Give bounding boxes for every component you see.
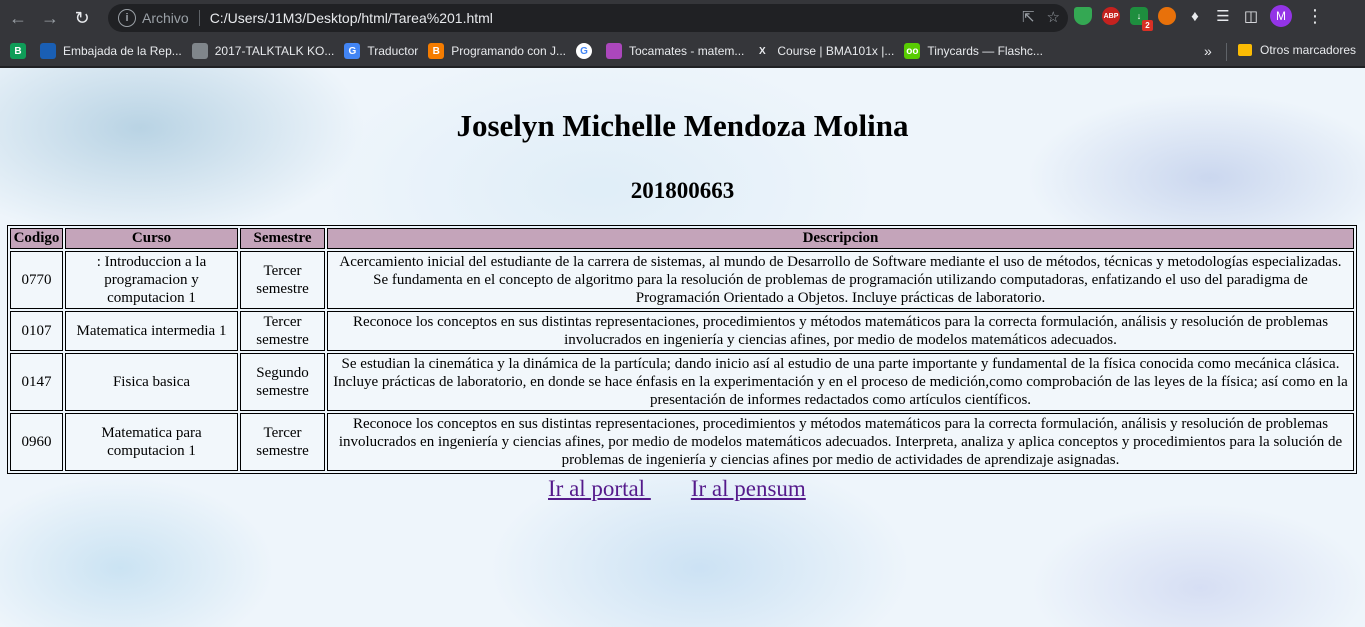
- omnibox-actions: ⇱ ☆: [1022, 8, 1060, 26]
- bookmark-label: 2017-TALKTALK KO...: [214, 44, 335, 58]
- bookmark-star-icon[interactable]: ☆: [1047, 8, 1060, 26]
- header-descripcion: Descripcion: [327, 228, 1354, 249]
- bookmark-favicon-icon: B: [10, 43, 26, 59]
- portal-link[interactable]: Ir al portal: [548, 476, 651, 501]
- pensum-link[interactable]: Ir al pensum: [691, 476, 806, 501]
- bookmark-favicon-icon: G: [344, 43, 361, 59]
- header-semestre: Semestre: [240, 228, 325, 249]
- reload-icon[interactable]: ↻: [68, 4, 96, 32]
- page-viewport: Joselyn Michelle Mendoza Molina 20180066…: [0, 68, 1365, 627]
- face-extension-icon[interactable]: [1158, 7, 1176, 25]
- cell-course: Fisica basica: [65, 353, 238, 411]
- more-menu-icon[interactable]: ⋮: [1306, 6, 1324, 27]
- cell-course: Matematica para computacion 1: [65, 413, 238, 471]
- bookmark-favicon-icon: G: [576, 43, 592, 59]
- bookmark-item[interactable]: X Course | BMA101x |...: [754, 43, 894, 59]
- cell-semester: Tercer semestre: [240, 413, 325, 471]
- bookmark-label: Tinycards — Flashc...: [927, 44, 1043, 58]
- bookmark-label: Programando con J...: [451, 44, 566, 58]
- bookmark-favicon-icon: B: [428, 43, 445, 59]
- bookmark-favicon-icon: oo: [904, 43, 921, 59]
- bookmark-item[interactable]: G Traductor: [344, 43, 418, 59]
- table-header-row: Codigo Curso Semestre Descripcion: [10, 228, 1354, 249]
- extensions-area: ABP ↓ 2 ♦ ☰ ◫ M ⋮: [1074, 5, 1324, 31]
- puzzle-icon[interactable]: ♦: [1186, 7, 1204, 25]
- site-info-icon[interactable]: i: [118, 9, 136, 27]
- back-icon[interactable]: ←: [4, 4, 32, 32]
- table-row: 0147 Fisica basica Segundo semestre Se e…: [10, 353, 1354, 411]
- bookmark-label: Course | BMA101x |...: [777, 44, 895, 58]
- bookmark-favicon-icon: X: [754, 43, 771, 59]
- cell-description: Acercamiento inicial del estudiante de l…: [327, 251, 1354, 309]
- share-icon[interactable]: ⇱: [1022, 8, 1035, 26]
- other-bookmarks-folder[interactable]: Otros marcadores: [1238, 43, 1356, 57]
- scheme-label: Archivo: [142, 10, 189, 26]
- bookmark-label: Traductor: [367, 44, 419, 58]
- courses-table: Codigo Curso Semestre Descripcion 0770 :…: [7, 225, 1357, 474]
- forward-icon[interactable]: →: [36, 4, 64, 32]
- adblock-extension-icon[interactable]: ABP: [1102, 7, 1120, 25]
- cell-course: Matematica intermedia 1: [65, 311, 238, 351]
- bookmarks-divider: [1226, 43, 1227, 61]
- bookmark-label: Tocamates - matem...: [629, 44, 745, 58]
- table-row: 0770 : Introduccion a la programacion y …: [10, 251, 1354, 309]
- bookmark-item[interactable]: B Programando con J...: [428, 43, 566, 59]
- url-text[interactable]: C:/Users/J1M3/Desktop/html/Tarea%201.htm…: [210, 10, 493, 26]
- page-title: Joselyn Michelle Mendoza Molina: [456, 108, 909, 143]
- omnibox-divider: [198, 10, 200, 26]
- download-extension-icon[interactable]: ↓ 2: [1130, 7, 1153, 31]
- shield-extension-icon[interactable]: [1074, 7, 1092, 25]
- cell-course: : Introduccion a la programacion y compu…: [65, 251, 238, 309]
- cell-code: 0770: [10, 251, 63, 309]
- cell-description: Reconoce los conceptos en sus distintas …: [327, 311, 1354, 351]
- address-bar[interactable]: i Archivo C:/Users/J1M3/Desktop/html/Tar…: [108, 4, 1068, 32]
- bookmark-favicon-icon: [191, 43, 208, 59]
- links-row: Ir al portal Ir al pensum: [548, 476, 806, 502]
- bookmark-item[interactable]: B: [10, 43, 30, 59]
- cell-semester: Tercer semestre: [240, 311, 325, 351]
- table-row: 0107 Matematica intermedia 1 Tercer seme…: [10, 311, 1354, 351]
- bookmark-item[interactable]: Tocamates - matem...: [606, 43, 744, 59]
- media-control-icon[interactable]: ☰: [1214, 7, 1232, 25]
- bookmark-item[interactable]: 2017-TALKTALK KO...: [191, 43, 335, 59]
- cell-description: Se estudian la cinemática y la dinámica …: [327, 353, 1354, 411]
- bookmark-label: Embajada de la Rep...: [63, 44, 182, 58]
- bookmark-item[interactable]: oo Tinycards — Flashc...: [904, 43, 1043, 59]
- cell-semester: Segundo semestre: [240, 353, 325, 411]
- cell-description: Reconoce los conceptos en sus distintas …: [327, 413, 1354, 471]
- bookmark-item[interactable]: Embajada de la Rep...: [40, 43, 182, 59]
- profile-avatar[interactable]: M: [1270, 5, 1292, 27]
- table-row: 0960 Matematica para computacion 1 Terce…: [10, 413, 1354, 471]
- bookmark-item[interactable]: G: [576, 43, 596, 59]
- bookmarks-overflow-chevron[interactable]: »: [1204, 43, 1212, 59]
- cell-semester: Tercer semestre: [240, 251, 325, 309]
- side-panel-icon[interactable]: ◫: [1242, 7, 1260, 25]
- browser-toolbar: ← → ↻ i Archivo C:/Users/J1M3/Desktop/ht…: [0, 0, 1365, 36]
- student-id: 201800663: [630, 178, 735, 203]
- bookmark-favicon-icon: [40, 43, 56, 59]
- cell-code: 0147: [10, 353, 63, 411]
- bookmark-favicon-icon: [606, 43, 622, 59]
- header-curso: Curso: [65, 228, 238, 249]
- header-codigo: Codigo: [10, 228, 63, 249]
- other-bookmarks-label: Otros marcadores: [1260, 43, 1357, 57]
- folder-icon: [1238, 44, 1252, 56]
- bookmarks-bar: B Embajada de la Rep... 2017-TALKTALK KO..…: [0, 36, 1365, 67]
- cell-code: 0107: [10, 311, 63, 351]
- cell-code: 0960: [10, 413, 63, 471]
- extension-badge: 2: [1142, 20, 1153, 31]
